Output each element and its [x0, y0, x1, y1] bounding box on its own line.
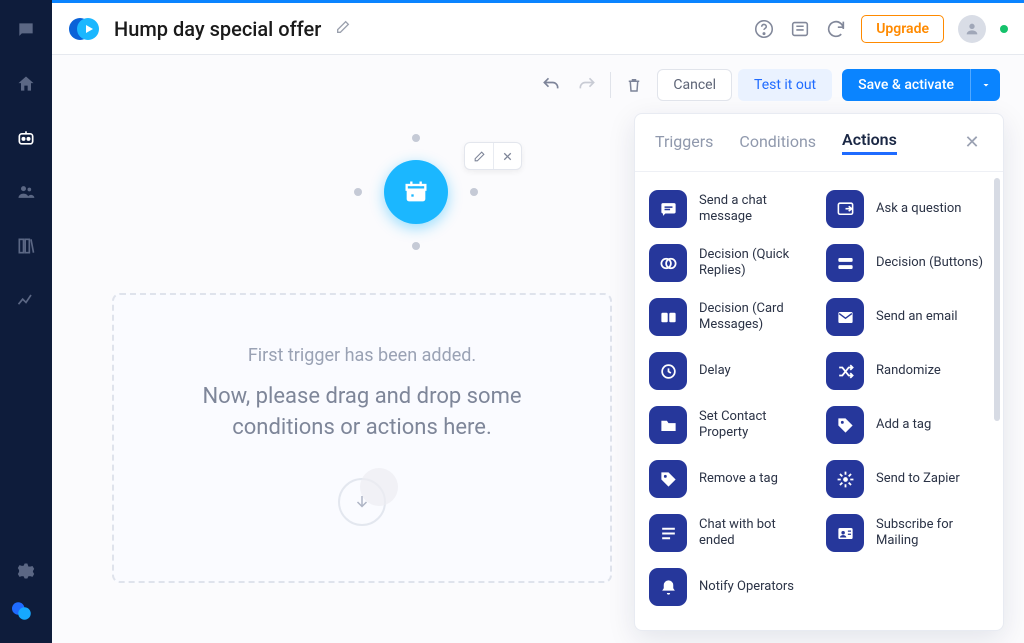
dropzone[interactable]: First trigger has been added. Now, pleas… [112, 293, 612, 583]
list-icon [649, 514, 687, 552]
canvas-toolbar: Cancel Test it out Save & activate [538, 69, 1000, 101]
action-ask-question[interactable]: Ask a question [826, 186, 989, 232]
node-connector[interactable] [470, 188, 478, 196]
save-dropdown-icon[interactable] [970, 69, 1000, 101]
tag-icon [826, 406, 864, 444]
builder-panel: Triggers Conditions Actions ✕ Send a cha… [634, 113, 1004, 631]
action-set-contact[interactable]: Set Contact Property [649, 402, 812, 448]
test-button[interactable]: Test it out [738, 69, 832, 101]
rail-bot-icon[interactable] [14, 126, 38, 150]
trigger-node[interactable] [384, 160, 448, 224]
quick-icon [649, 244, 687, 282]
rail-analytics-icon[interactable] [14, 288, 38, 312]
dropzone-line2: Now, please drag and drop some condition… [162, 382, 562, 444]
rail-brand-icon[interactable] [12, 601, 40, 629]
tag-icon [649, 460, 687, 498]
buttons-icon [826, 244, 864, 282]
action-chat-end[interactable]: Chat with bot ended [649, 510, 812, 556]
action-decision-quick[interactable]: Decision (Quick Replies) [649, 240, 812, 286]
user-avatar[interactable] [958, 15, 986, 43]
news-icon[interactable] [789, 18, 811, 40]
action-label: Notify Operators [699, 579, 794, 595]
action-send-zapier[interactable]: Send to Zapier [826, 456, 989, 502]
rail-contacts-icon[interactable] [14, 180, 38, 204]
node-connector[interactable] [412, 134, 420, 142]
action-label: Decision (Quick Replies) [699, 247, 812, 280]
canvas[interactable]: Cancel Test it out Save & activate [52, 55, 1024, 643]
action-add-tag[interactable]: Add a tag [826, 402, 989, 448]
action-randomize[interactable]: Randomize [826, 348, 989, 394]
action-delay[interactable]: Delay [649, 348, 812, 394]
trigger-node-icon[interactable] [384, 160, 448, 224]
action-label: Send an email [876, 309, 958, 325]
action-decision-buttons[interactable]: Decision (Buttons) [826, 240, 989, 286]
action-label: Send to Zapier [876, 471, 960, 487]
action-label: Delay [699, 363, 731, 379]
node-connector[interactable] [354, 188, 362, 196]
action-label: Chat with bot ended [699, 517, 812, 550]
cancel-button[interactable]: Cancel [657, 69, 732, 101]
dropzone-line1: First trigger has been added. [248, 345, 476, 366]
folder-icon [649, 406, 687, 444]
action-notify[interactable]: Notify Operators [649, 564, 812, 610]
chat-icon [649, 190, 687, 228]
tab-actions[interactable]: Actions [842, 130, 897, 155]
cards-icon [649, 298, 687, 336]
action-label: Set Contact Property [699, 409, 812, 442]
edit-title-icon[interactable] [335, 19, 351, 39]
undo-icon[interactable] [538, 72, 564, 98]
action-label: Remove a tag [699, 471, 778, 487]
panel-close-icon[interactable]: ✕ [961, 132, 983, 154]
tab-triggers[interactable]: Triggers [655, 132, 713, 154]
panel-scrollbar[interactable] [994, 178, 1000, 620]
email-icon [826, 298, 864, 336]
action-label: Subscribe for Mailing [876, 517, 989, 550]
help-icon[interactable] [753, 18, 775, 40]
node-connector[interactable] [412, 242, 420, 250]
panel-tabs: Triggers Conditions Actions ✕ [635, 114, 1003, 172]
brand-logo-icon [68, 13, 100, 45]
nav-rail [0, 0, 52, 643]
node-edit-icon[interactable] [465, 143, 493, 169]
online-status-dot [1000, 25, 1008, 33]
action-subscribe[interactable]: Subscribe for Mailing [826, 510, 989, 556]
action-label: Add a tag [876, 417, 931, 433]
action-remove-tag[interactable]: Remove a tag [649, 456, 812, 502]
zap-icon [826, 460, 864, 498]
dropzone-icon [338, 478, 386, 526]
top-bar: Hump day special offer Upgrade [52, 0, 1024, 55]
node-actions [464, 142, 522, 170]
action-label: Randomize [876, 363, 941, 379]
bell-icon [649, 568, 687, 606]
rail-settings-icon[interactable] [14, 559, 38, 583]
action-label: Send a chat message [699, 193, 812, 226]
action-decision-card[interactable]: Decision (Card Messages) [649, 294, 812, 340]
rail-home-icon[interactable] [14, 72, 38, 96]
redo-icon[interactable] [574, 72, 600, 98]
node-close-icon[interactable] [493, 143, 521, 169]
action-send-email[interactable]: Send an email [826, 294, 989, 340]
action-label: Decision (Buttons) [876, 255, 983, 271]
question-icon [826, 190, 864, 228]
action-label: Decision (Card Messages) [699, 301, 812, 334]
shuffle-icon [826, 352, 864, 390]
save-activate-button[interactable]: Save & activate [842, 69, 970, 101]
delete-icon[interactable] [621, 72, 647, 98]
sync-icon[interactable] [825, 18, 847, 40]
action-send-chat[interactable]: Send a chat message [649, 186, 812, 232]
tab-conditions[interactable]: Conditions [739, 132, 816, 154]
page-title: Hump day special offer [114, 17, 321, 41]
upgrade-button[interactable]: Upgrade [861, 15, 944, 43]
action-label: Ask a question [876, 201, 961, 217]
clock-icon [649, 352, 687, 390]
rail-library-icon[interactable] [14, 234, 38, 258]
idcard-icon [826, 514, 864, 552]
rail-chat-icon[interactable] [14, 18, 38, 42]
